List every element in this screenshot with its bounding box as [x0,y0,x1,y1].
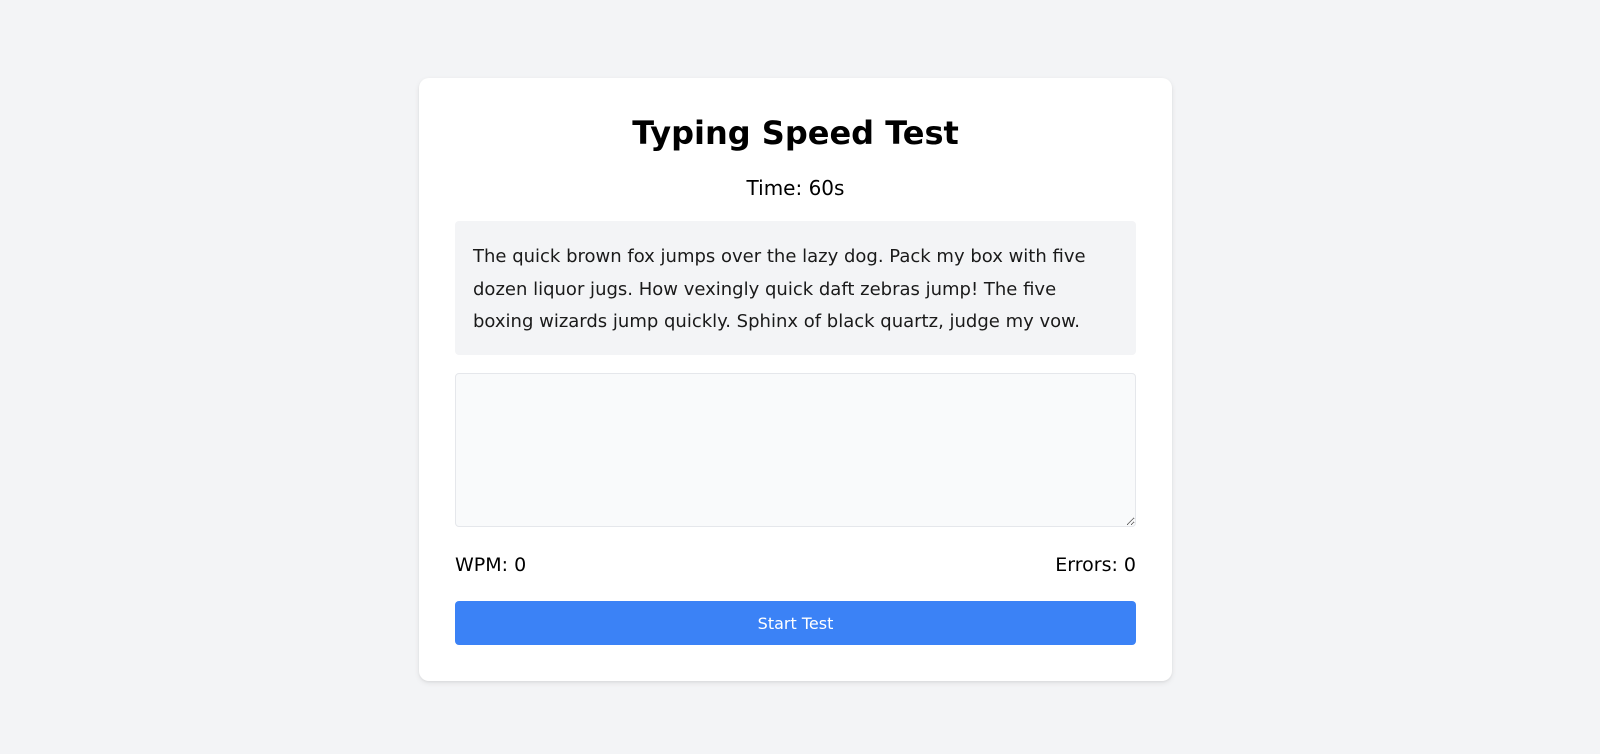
typing-input[interactable] [455,373,1136,527]
reference-passage: The quick brown fox jumps over the lazy … [455,221,1136,355]
page-title: Typing Speed Test [632,114,959,152]
wpm-stat: WPM: 0 [455,554,527,576]
errors-stat: Errors: 0 [1055,554,1136,576]
timer-display: Time: 60s [746,176,845,200]
stats-row: WPM: 0 Errors: 0 [455,554,1136,576]
typing-test-card: Typing Speed Test Time: 60s The quick br… [419,78,1172,681]
start-test-button[interactable]: Start Test [455,601,1136,645]
